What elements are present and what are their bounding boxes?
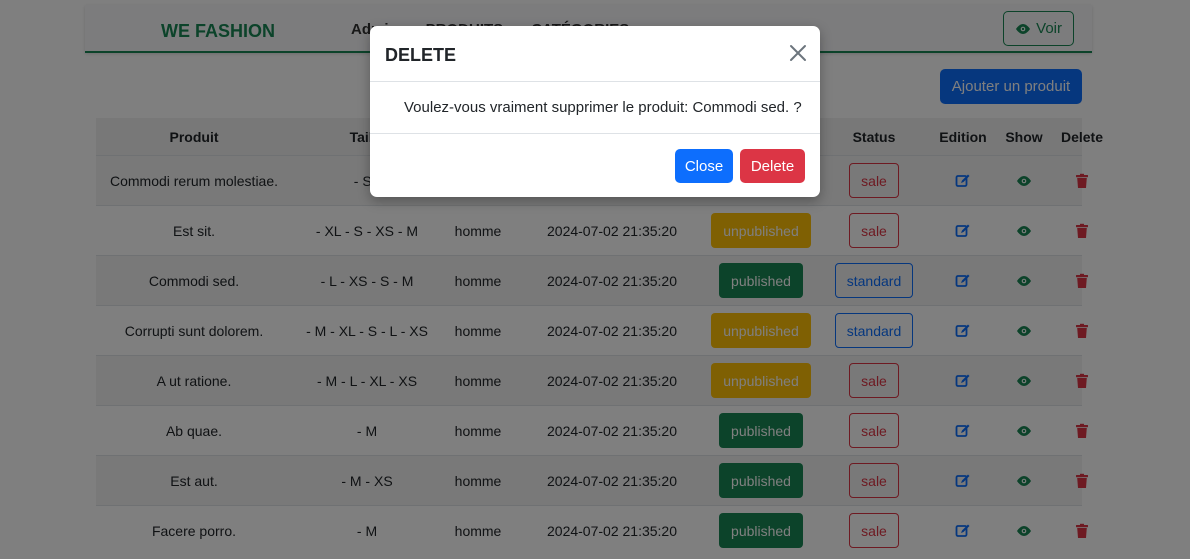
modal-footer: Close Delete [370, 134, 820, 196]
delete-modal: DELETE Voulez-vous vraiment supprimer le… [370, 26, 820, 197]
close-icon[interactable] [788, 43, 808, 63]
modal-title: DELETE [385, 45, 457, 65]
delete-button[interactable]: Delete [740, 149, 805, 183]
modal-header: DELETE [370, 26, 820, 82]
modal-body: Voulez-vous vraiment supprimer le produi… [370, 82, 820, 134]
close-button[interactable]: Close [675, 149, 733, 183]
modal-message: Voulez-vous vraiment supprimer le produi… [404, 99, 802, 116]
